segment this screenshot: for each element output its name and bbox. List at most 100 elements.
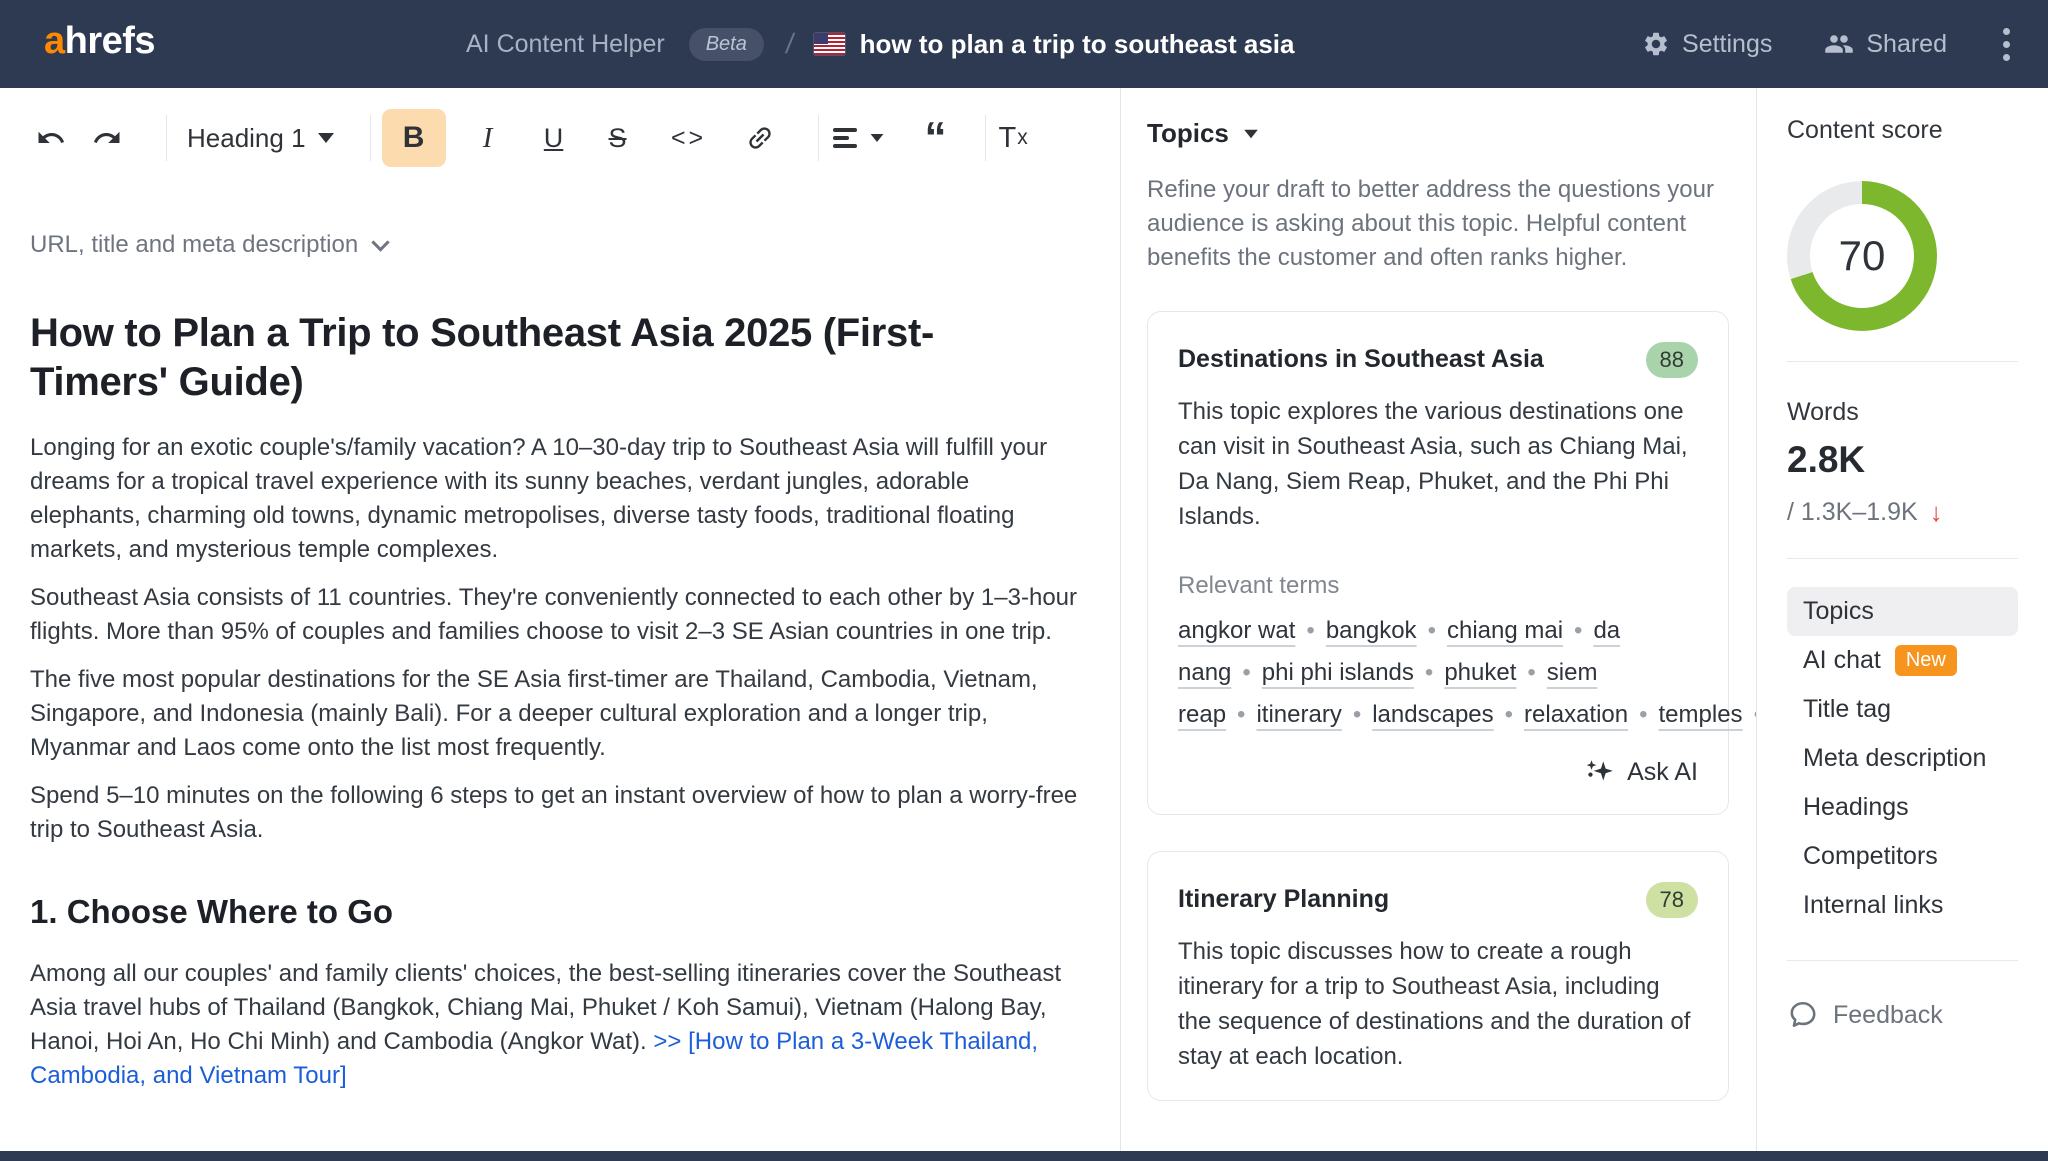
topic-score-badge: 78 [1646, 882, 1698, 918]
sparkle-icon [1583, 756, 1615, 788]
underline-button[interactable]: U [534, 123, 574, 154]
paragraph: Longing for an exotic couple's/family va… [30, 431, 1086, 567]
bold-button[interactable]: B [382, 109, 446, 167]
settings-button[interactable]: Settings [1642, 30, 1772, 59]
topic-card-description: This topic discusses how to create a rou… [1178, 934, 1698, 1074]
clear-format-x: x [1017, 126, 1028, 150]
topic-score-badge: 88 [1646, 342, 1698, 378]
sidebar-item-label: Meta description [1803, 744, 1986, 773]
url-title-meta-toggle[interactable]: URL, title and meta description [30, 231, 1086, 259]
term[interactable]: landscapes [1372, 701, 1493, 728]
breadcrumb-separator: / [784, 28, 796, 60]
us-flag-icon [814, 33, 845, 55]
navbar-right: Settings Shared [1642, 0, 2010, 88]
column-divider [1120, 88, 1121, 1151]
settings-label: Settings [1682, 30, 1772, 59]
sidebar-item-internal-links[interactable]: Internal links [1787, 881, 2018, 930]
sidebar-item-label: Internal links [1803, 891, 1943, 920]
term[interactable]: chiang mai [1447, 617, 1563, 644]
term[interactable]: temples [1659, 701, 1743, 728]
toolbar-divider [818, 115, 819, 161]
sidebar-item-label: Title tag [1803, 695, 1891, 724]
topics-dropdown[interactable]: Topics [1147, 118, 1756, 149]
chevron-down-icon [318, 133, 334, 143]
sidebar-item-title-tag[interactable]: Title tag [1787, 685, 2018, 734]
url-title-meta-label: URL, title and meta description [30, 231, 358, 259]
term-separator [1237, 701, 1245, 728]
term[interactable]: bangkok [1326, 617, 1417, 644]
alignment-dropdown[interactable] [833, 124, 885, 153]
more-menu-button[interactable] [2003, 25, 2010, 64]
words-target-row: / 1.3K–1.9K ↓ [1787, 497, 2048, 528]
sidebar-menu: Topics AI chatNew Title tag Meta descrip… [1787, 587, 2018, 930]
feedback-label: Feedback [1833, 1001, 1943, 1030]
document-title[interactable]: how to plan a trip to southeast asia [860, 29, 1295, 60]
column-divider [1756, 88, 1757, 1151]
words-target-range: / 1.3K–1.9K [1787, 498, 1918, 527]
topic-card-description: This topic explores the various destinat… [1178, 394, 1698, 534]
term[interactable]: angkor wat [1178, 617, 1295, 644]
term-separator [1639, 701, 1647, 728]
speech-bubble-icon [1787, 999, 1819, 1031]
sidebar-item-ai-chat[interactable]: AI chatNew [1787, 636, 2018, 685]
toolbar-divider [370, 115, 371, 161]
topic-card-destinations: Destinations in Southeast Asia 88 This t… [1147, 311, 1729, 815]
term-separator [1505, 701, 1513, 728]
logo-letter-a: a [44, 20, 65, 62]
ask-ai-button[interactable]: Ask AI [1583, 756, 1698, 788]
gear-icon [1642, 30, 1670, 58]
term[interactable]: itinerary [1256, 701, 1341, 728]
term-separator [1574, 617, 1582, 644]
content-score-gauge: 70 [1787, 181, 1937, 331]
sidebar-item-topics[interactable]: Topics [1787, 587, 2018, 636]
ask-ai-label: Ask AI [1627, 758, 1698, 787]
top-navbar: ahrefs AI Content Helper Beta / how to p… [0, 0, 2048, 88]
divider [1787, 960, 2018, 961]
strikethrough-button[interactable]: S [598, 123, 638, 154]
link-icon [738, 117, 780, 159]
redo-button[interactable] [92, 123, 122, 153]
topic-card-itinerary: Itinerary Planning 78 This topic discuss… [1147, 851, 1729, 1101]
shared-label: Shared [1866, 30, 1947, 59]
logo-rest: hrefs [65, 20, 155, 62]
sidebar-item-label: Topics [1803, 597, 1874, 626]
sidebar-item-meta-description[interactable]: Meta description [1787, 734, 2018, 783]
sidebar-item-competitors[interactable]: Competitors [1787, 832, 2018, 881]
insert-link-button[interactable] [738, 123, 782, 153]
term-separator [1425, 659, 1433, 686]
editor-toolbar: Heading 1 B I U S <> “ Tx [0, 102, 1120, 174]
ask-ai-row: Ask AI [1178, 756, 1698, 788]
blockquote-button[interactable]: “ [925, 121, 947, 155]
feedback-button[interactable]: Feedback [1787, 999, 2048, 1031]
topics-panel: Topics Refine your draft to better addre… [1121, 88, 1756, 1151]
italic-button[interactable]: I [468, 122, 508, 155]
term[interactable]: phuket [1444, 659, 1516, 686]
content-score-label: Content score [1787, 116, 2048, 145]
term[interactable]: relaxation [1524, 701, 1628, 728]
divider [1787, 558, 2018, 559]
bottom-bar [0, 1151, 2048, 1161]
undo-button[interactable] [36, 123, 66, 153]
content-score-value: 70 [1839, 232, 1886, 280]
term-separator [1527, 659, 1535, 686]
paragraph: Southeast Asia consists of 11 countries.… [30, 581, 1086, 649]
chevron-down-icon [870, 134, 883, 142]
toolbar-divider [985, 115, 986, 161]
editor-column: Heading 1 B I U S <> “ Tx [0, 88, 1120, 1151]
sidebar-item-label: Headings [1803, 793, 1909, 822]
term-separator [1306, 617, 1314, 644]
people-icon [1824, 29, 1854, 59]
document-editor[interactable]: URL, title and meta description How to P… [0, 231, 1120, 1093]
shared-button[interactable]: Shared [1824, 29, 1947, 59]
paragraph: Spend 5–10 minutes on the following 6 st… [30, 779, 1086, 847]
code-button[interactable]: <> [664, 124, 714, 153]
term[interactable]: phi phi islands [1262, 659, 1414, 686]
heading-style-label: Heading 1 [187, 123, 306, 154]
ahrefs-logo[interactable]: ahrefs [44, 20, 155, 63]
clear-formatting-button[interactable]: Tx [999, 122, 1028, 155]
relevant-terms-label: Relevant terms [1178, 572, 1698, 600]
down-arrow-icon: ↓ [1930, 497, 1943, 528]
sidebar-item-headings[interactable]: Headings [1787, 783, 2018, 832]
chevron-down-icon [1244, 129, 1258, 138]
heading-style-dropdown[interactable]: Heading 1 [187, 123, 334, 154]
